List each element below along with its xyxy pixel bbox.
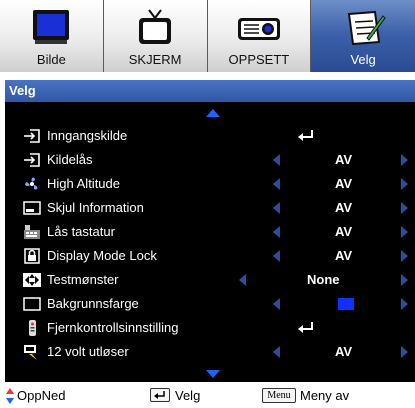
setting-label: Bakgrunnsfarge [47, 296, 139, 311]
setting-row-display-mode-lock[interactable]: Display Mode Lock AV [5, 244, 415, 268]
setting-label: Lås tastatur [47, 224, 115, 239]
menu-tabs: Bilde SKJERM OPPSETT Velg [0, 0, 415, 72]
scroll-up-arrow-icon[interactable] [206, 109, 220, 117]
tv-icon [139, 9, 172, 44]
keypad-lock-icon [24, 225, 40, 239]
enter-icon[interactable] [297, 321, 315, 335]
projector-icon [237, 18, 280, 40]
footer-enter-label: Velg [175, 388, 201, 403]
arrow-left-icon[interactable] [273, 202, 280, 214]
setting-row-bakgrunnsfarge[interactable]: Bakgrunnsfarge [5, 292, 415, 316]
setting-label: 12 volt utløser [47, 344, 129, 359]
input-icon [24, 129, 40, 143]
remote-icon [29, 320, 36, 336]
arrow-left-icon[interactable] [273, 154, 280, 166]
color-swatch [338, 298, 354, 310]
setting-row-12-volt-utloser[interactable]: 12 volt utløser AV [5, 340, 415, 364]
setting-row-testmonster[interactable]: Testmønster None [5, 268, 415, 292]
setting-row-fjernkontrollsinnstilling[interactable]: Fjernkontrollsinnstilling [5, 316, 415, 340]
arrow-left-icon[interactable] [273, 250, 280, 262]
footer-nav-label: OppNed [17, 388, 66, 403]
settings-panel: Velg Inngangskilde Kildelås AV High Alti… [5, 80, 415, 382]
tab-label: Bilde [36, 52, 66, 67]
setting-label: Testmønster [47, 272, 119, 287]
tab-velg[interactable]: Velg [311, 0, 415, 72]
setting-label: Display Mode Lock [47, 248, 157, 263]
projector-osd-menu: Bilde SKJERM OPPSETT Velg Velg Inngangsk… [0, 0, 415, 408]
source-lock-icon [24, 153, 40, 167]
tab-skjerm[interactable]: SKJERM [103, 0, 208, 72]
section-title: Velg [5, 80, 415, 102]
tab-label: Velg [350, 52, 376, 67]
footer-help-bar: OppNed Velg Menu Meny av [0, 384, 415, 408]
arrow-left-icon[interactable] [273, 226, 280, 238]
arrow-right-icon[interactable] [401, 346, 408, 358]
settings-list: Inngangskilde Kildelås AV High Altitude … [5, 124, 415, 364]
enter-key-icon [150, 388, 170, 402]
hide-info-icon [23, 201, 41, 215]
menu-key-icon: Menu [262, 388, 296, 403]
tab-bilde[interactable]: Bilde [0, 0, 104, 72]
setting-row-high-altitude[interactable]: High Altitude AV [5, 172, 415, 196]
arrow-left-icon[interactable] [273, 298, 280, 310]
setting-label: Inngangskilde [47, 128, 128, 143]
twelve-volt-icon [24, 345, 39, 360]
tab-oppsett[interactable]: OPPSETT [207, 0, 312, 72]
arrow-right-icon[interactable] [401, 226, 408, 238]
display-mode-lock-icon [24, 248, 40, 264]
setting-row-las-tastatur[interactable]: Lås tastatur AV [5, 220, 415, 244]
setting-label: Skjul Information [47, 200, 144, 215]
arrow-right-icon[interactable] [401, 274, 408, 286]
arrow-right-icon[interactable] [401, 202, 408, 214]
footer-menu-label: Meny av [300, 388, 350, 403]
arrow-right-icon[interactable] [401, 298, 408, 310]
arrow-right-icon[interactable] [401, 154, 408, 166]
arrow-left-icon[interactable] [273, 346, 280, 358]
enter-icon[interactable] [297, 129, 315, 143]
tab-label: SKJERM [128, 52, 182, 67]
arrow-left-icon[interactable] [273, 178, 280, 190]
arrow-left-icon[interactable] [239, 274, 246, 286]
scroll-down-arrow-icon[interactable] [206, 370, 220, 378]
setting-label: Kildelås [47, 152, 93, 167]
tab-label: OPPSETT [228, 52, 290, 67]
background-color-icon [23, 297, 41, 311]
notepad-icon [347, 10, 386, 46]
test-pattern-icon [23, 273, 41, 287]
setting-row-kildelas[interactable]: Kildelås AV [5, 148, 415, 172]
setting-label: Fjernkontrollsinnstilling [47, 320, 179, 335]
up-down-arrows-icon [6, 388, 14, 404]
setting-value: None [307, 272, 340, 287]
setting-row-skjul-information[interactable]: Skjul Information AV [5, 196, 415, 220]
setting-row-inngangskilde[interactable]: Inngangskilde [5, 124, 415, 148]
monitor-icon [33, 10, 70, 44]
arrow-right-icon[interactable] [401, 178, 408, 190]
arrow-right-icon[interactable] [401, 250, 408, 262]
setting-label: High Altitude [47, 176, 120, 191]
fan-icon [25, 177, 38, 190]
